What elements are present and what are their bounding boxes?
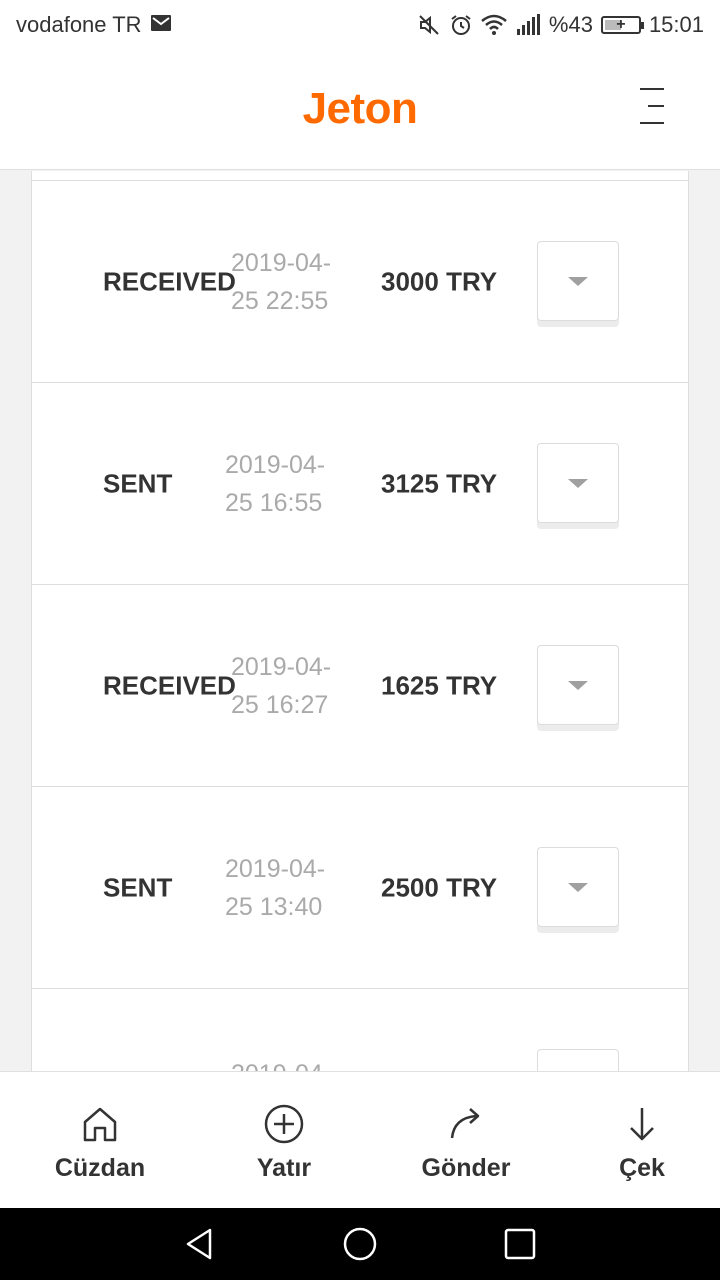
home-icon	[83, 1107, 117, 1142]
transaction-date: 2019-04- 25 22:55	[231, 248, 332, 315]
transaction-list[interactable]: RECEIVED 2019-04- 25 22:55 3000 TRY SENT …	[31, 171, 689, 1071]
plus-circle-icon	[264, 1104, 304, 1144]
expand-details-button[interactable]	[537, 241, 619, 321]
status-bar: vodafone TR %43 + 15:01	[0, 0, 720, 50]
signal-icon	[515, 14, 541, 36]
transaction-type: RECEIVED	[103, 670, 236, 700]
transaction-row: RECEIVED 2019-04- 25 22:55 3000 TRY	[32, 181, 688, 383]
bottom-nav: Cüzdan Yatır Gönder Çek	[0, 1071, 720, 1208]
clock-time: 15:01	[648, 12, 704, 37]
transaction-date: 2019-04	[231, 1055, 351, 1071]
chevron-down-icon	[568, 276, 588, 286]
nav-item-cuzdan[interactable]: Cüzdan	[10, 1072, 190, 1209]
transaction-type: RECEIVED	[103, 266, 236, 296]
alarm-icon	[449, 13, 473, 37]
nav-item-cek[interactable]: Çek	[552, 1072, 720, 1209]
chevron-down-icon	[568, 882, 588, 892]
transaction-date: 2019-04- 25 16:27	[231, 652, 332, 719]
transaction-type: SENT	[103, 872, 173, 902]
send-arrow-icon	[450, 1108, 480, 1139]
carrier-name: vodafone TR	[16, 12, 142, 37]
mail-icon	[150, 12, 172, 38]
nav-item-gonder[interactable]: Gönder	[376, 1072, 556, 1209]
transaction-amount: 3000 TRY	[381, 266, 498, 296]
transaction-row: SENT 2019-04- 25 13:40 2500 TRY	[32, 787, 688, 989]
home-circle-icon[interactable]	[342, 1226, 378, 1262]
nav-item-yatir[interactable]: Yatır	[194, 1072, 374, 1209]
nav-label: Çek	[619, 1154, 665, 1182]
recents-icon[interactable]	[502, 1226, 538, 1262]
transaction-row: 2019-04	[32, 989, 688, 1071]
wifi-icon	[481, 14, 507, 36]
nav-label: Yatır	[256, 1154, 312, 1182]
system-nav-bar	[0, 1208, 720, 1280]
transaction-amount: 2500 TRY	[381, 872, 498, 902]
transaction-row: RECEIVED 2019-04- 25 16:27 1625 TRY	[32, 585, 688, 787]
nav-label: Cüzdan	[54, 1154, 146, 1182]
transaction-date: 2019-04- 25 13:40	[225, 854, 326, 921]
transaction-amount: 1625 TRY	[381, 670, 498, 700]
battery-icon: +	[600, 16, 644, 34]
transaction-row: SENT 2019-04- 25 16:55 3125 TRY	[32, 383, 688, 585]
expand-details-button[interactable]	[537, 645, 619, 725]
status-right: %43 + 15:01	[417, 12, 704, 38]
jeton-logo[interactable]: Jeton	[303, 84, 418, 134]
status-left: vodafone TR	[16, 12, 172, 38]
transaction-date: 2019-04- 25 16:55	[225, 450, 326, 517]
expand-details-button[interactable]	[537, 443, 619, 523]
menu-icon[interactable]	[630, 88, 664, 124]
chevron-down-icon	[568, 478, 588, 488]
battery-percent: %43	[548, 12, 593, 37]
chevron-down-icon	[568, 680, 588, 690]
expand-details-button[interactable]	[537, 1049, 619, 1071]
arrow-down-icon	[630, 1108, 654, 1141]
app-header: Jeton	[0, 50, 720, 170]
mute-icon	[417, 13, 441, 37]
back-icon[interactable]	[182, 1226, 218, 1262]
nav-label: Gönder	[421, 1154, 511, 1182]
expand-details-button[interactable]	[537, 847, 619, 927]
transaction-type: SENT	[103, 468, 173, 498]
transaction-amount: 3125 TRY	[381, 468, 498, 498]
